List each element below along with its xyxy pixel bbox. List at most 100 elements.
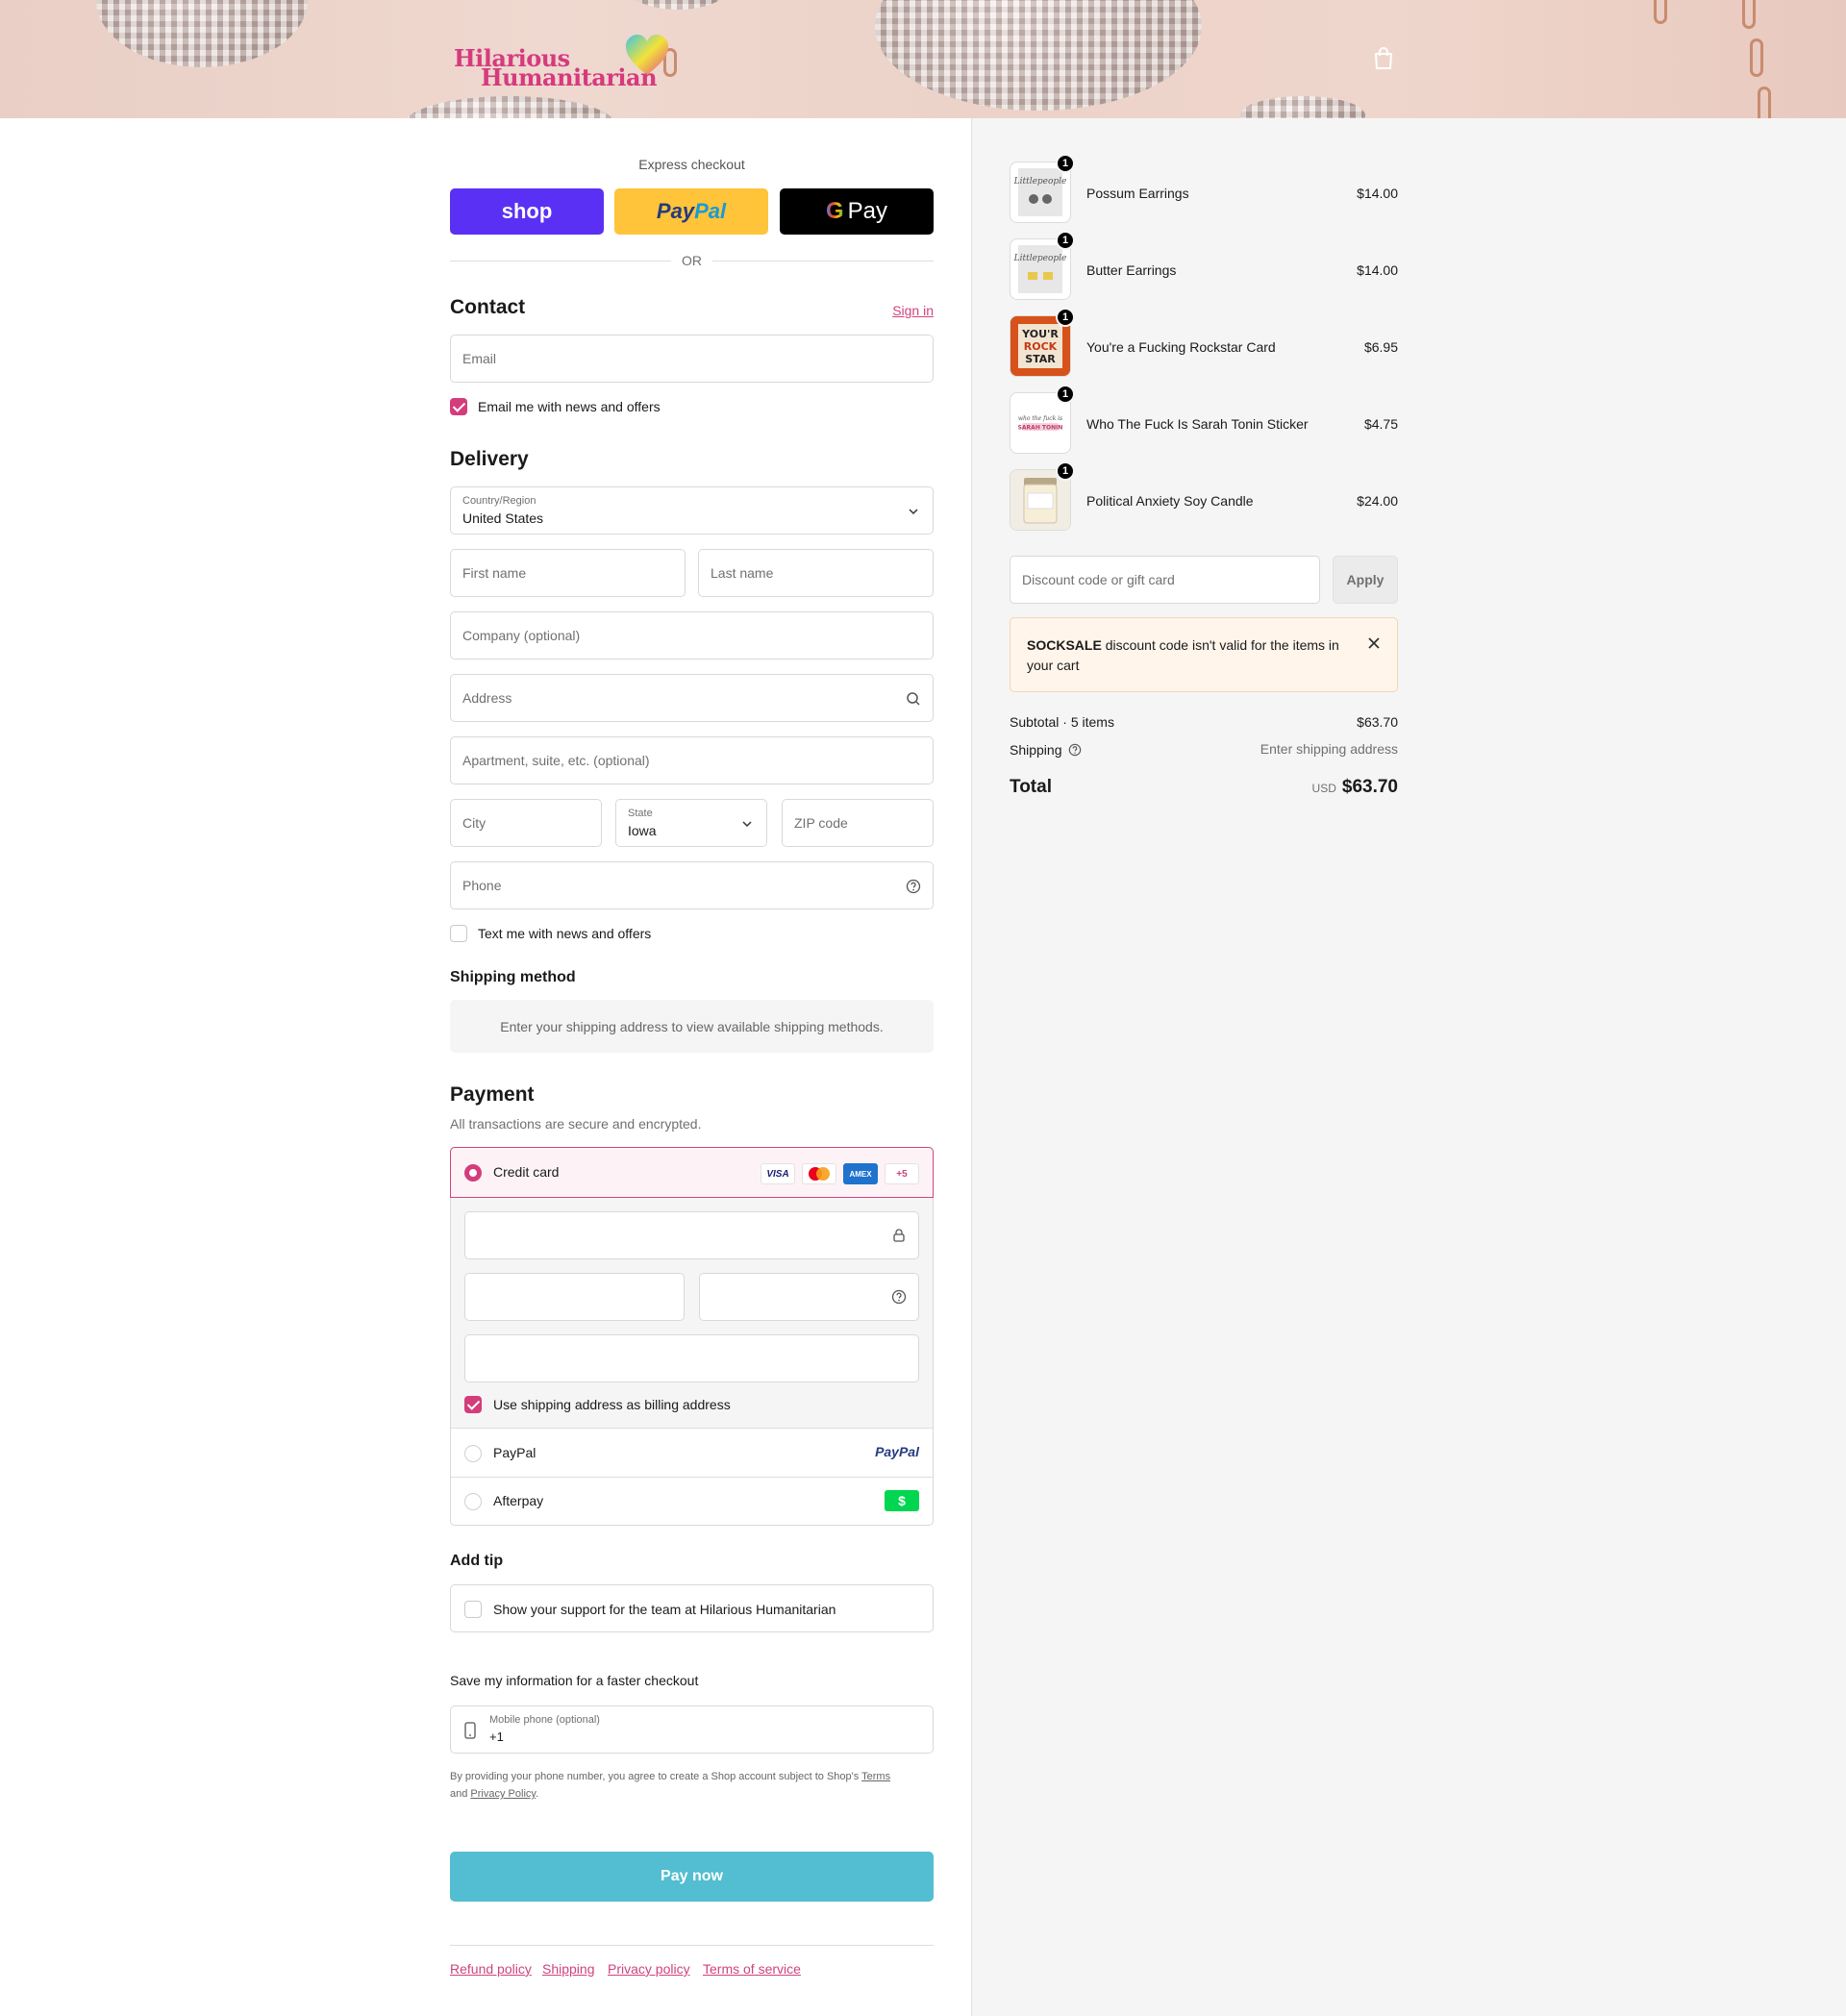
quantity-badge: 1 <box>1056 385 1075 404</box>
shipping-label: Shipping <box>1010 742 1062 758</box>
product-price: $14.00 <box>1357 262 1398 278</box>
city-field[interactable]: City <box>450 799 602 847</box>
email-field[interactable]: Email <box>450 335 934 383</box>
afterpay-radio[interactable] <box>464 1493 482 1510</box>
shop-terms-link[interactable]: Terms <box>861 1771 890 1782</box>
discount-code-field[interactable]: Discount code or gift card <box>1010 556 1320 604</box>
tip-label: Show your support for the team at Hilari… <box>493 1602 836 1617</box>
security-code-field[interactable] <box>699 1273 919 1321</box>
country-value: United States <box>462 510 544 526</box>
terms-of-service-link[interactable]: Terms of service <box>703 1961 801 1977</box>
shop-privacy-link[interactable]: Privacy Policy <box>470 1788 536 1800</box>
store-logo[interactable]: Hilarious Humanitarian <box>452 29 673 96</box>
total-amount: USD $63.70 <box>1312 777 1398 798</box>
product-name: You're a Fucking Rockstar Card <box>1086 339 1276 355</box>
paypal-option[interactable]: PayPal PayPal <box>451 1430 933 1478</box>
mastercard-icon <box>802 1163 836 1184</box>
chain-decoration <box>1654 0 1667 24</box>
phone-field[interactable]: Phone <box>450 861 934 909</box>
paypal-option-label: PayPal <box>493 1445 536 1460</box>
address-field[interactable]: Address <box>450 674 934 722</box>
help-icon[interactable] <box>906 879 921 894</box>
paypal-logo-pal: Pal <box>694 199 727 223</box>
apply-discount-button[interactable]: Apply <box>1333 556 1398 604</box>
sign-in-link[interactable]: Sign in <box>892 303 934 318</box>
payment-methods: Credit card VISA AMEX +5 Use shipping ad <box>450 1147 934 1526</box>
cash-app-icon: $ <box>885 1490 919 1511</box>
chain-decoration <box>1742 0 1756 29</box>
billing-address-checkbox[interactable] <box>464 1396 482 1413</box>
shipping-policy-link[interactable]: Shipping <box>542 1961 595 1977</box>
shopping-bag-icon[interactable] <box>1373 47 1394 70</box>
text-news-checkbox[interactable] <box>450 925 467 942</box>
country-label: Country/Region <box>462 495 536 507</box>
disclaimer-text: By providing your phone number, you agre… <box>450 1771 860 1782</box>
card-number-field[interactable] <box>464 1211 919 1259</box>
discount-placeholder: Discount code or gift card <box>1022 572 1175 587</box>
help-icon[interactable] <box>1068 743 1082 757</box>
first-name-placeholder: First name <box>462 565 527 581</box>
afterpay-option-label: Afterpay <box>493 1493 544 1508</box>
disco-ball-decoration <box>1240 96 1365 118</box>
express-checkout-title: Express checkout <box>638 157 745 172</box>
last-name-placeholder: Last name <box>711 565 774 581</box>
cart-item: YOU'R ROCK STAR 1 You're a Fucking Rocksta… <box>1010 308 1398 377</box>
or-label: OR <box>682 253 702 268</box>
save-info-heading: Save my information for a faster checkou… <box>450 1673 699 1688</box>
credit-card-radio[interactable] <box>464 1164 482 1182</box>
disco-ball-decoration <box>625 0 731 10</box>
zip-placeholder: ZIP code <box>794 815 848 831</box>
mobile-phone-field[interactable]: Mobile phone (optional) +1 <box>450 1705 934 1754</box>
credit-card-option[interactable]: Credit card VISA AMEX +5 <box>450 1147 934 1198</box>
state-label: State <box>628 808 653 819</box>
privacy-policy-link[interactable]: Privacy policy <box>608 1961 690 1977</box>
chain-decoration <box>1758 87 1771 118</box>
close-icon[interactable] <box>1367 636 1381 650</box>
disclaimer-period: . <box>536 1788 539 1800</box>
mobile-phone-value: +1 <box>489 1730 504 1744</box>
or-divider: OR <box>450 251 934 270</box>
email-placeholder: Email <box>462 351 497 366</box>
quantity-badge: 1 <box>1056 461 1075 481</box>
afterpay-option[interactable]: Afterpay $ <box>451 1478 933 1526</box>
country-select[interactable]: Country/Region United States <box>450 486 934 535</box>
chevron-down-icon <box>742 821 752 828</box>
disclaimer-and: and <box>450 1788 468 1800</box>
first-name-field[interactable]: First name <box>450 549 686 597</box>
expiration-date-field[interactable] <box>464 1273 685 1321</box>
contact-heading: Contact <box>450 296 526 318</box>
cart-item: Littlepeople 1 Possum Earrings $14.00 <box>1010 154 1398 223</box>
paypal-logo-pay: Pay <box>656 199 695 223</box>
refund-policy-link[interactable]: Refund policy <box>450 1961 532 1977</box>
paypal-express-button[interactable]: Pay Pal <box>614 188 768 235</box>
visa-icon: VISA <box>761 1163 795 1184</box>
last-name-field[interactable]: Last name <box>698 549 934 597</box>
city-placeholder: City <box>462 815 486 831</box>
payment-subtitle: All transactions are secure and encrypte… <box>450 1116 702 1132</box>
paypal-radio[interactable] <box>464 1445 482 1462</box>
total-row: Total USD $63.70 <box>1010 777 1398 806</box>
billing-address-label: Use shipping address as billing address <box>493 1397 731 1412</box>
add-tip-heading: Add tip <box>450 1553 504 1569</box>
help-icon[interactable] <box>891 1289 907 1305</box>
subtotal-value: $63.70 <box>1357 714 1398 730</box>
google-pay-button[interactable]: G Pay <box>780 188 934 235</box>
product-price: $14.00 <box>1357 186 1398 201</box>
product-name: Political Anxiety Soy Candle <box>1086 493 1254 509</box>
email-news-checkbox[interactable] <box>450 398 467 415</box>
total-value: $63.70 <box>1341 777 1398 797</box>
zip-field[interactable]: ZIP code <box>782 799 934 847</box>
apartment-field[interactable]: Apartment, suite, etc. (optional) <box>450 736 934 784</box>
company-field[interactable]: Company (optional) <box>450 611 934 660</box>
state-select[interactable]: State Iowa <box>615 799 767 847</box>
pay-now-button[interactable]: Pay now <box>450 1852 934 1902</box>
amex-icon: AMEX <box>843 1163 878 1184</box>
discount-error-alert: SOCKSALE discount code isn't valid for t… <box>1010 617 1398 692</box>
svg-text:who the fuck is: who the fuck is <box>1018 415 1062 422</box>
shop-pay-button[interactable]: shop <box>450 188 604 235</box>
tip-option[interactable]: Show your support for the team at Hilari… <box>450 1584 934 1632</box>
svg-text:Littlepeople: Littlepeople <box>1013 254 1067 263</box>
tip-checkbox[interactable] <box>464 1601 482 1618</box>
name-on-card-field[interactable] <box>464 1334 919 1382</box>
text-news-label: Text me with news and offers <box>478 926 652 941</box>
